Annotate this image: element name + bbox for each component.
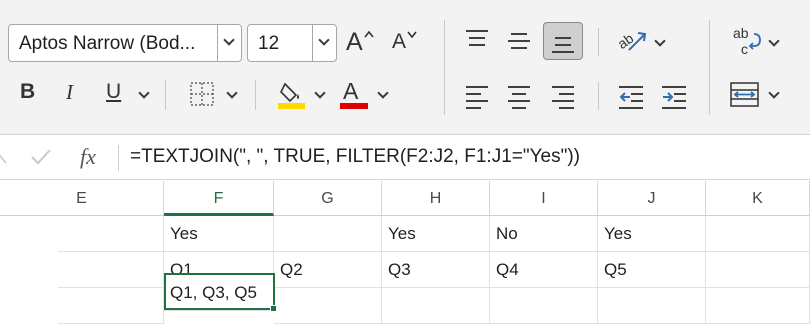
- arrow-left-icon: [619, 92, 630, 102]
- cell-g1[interactable]: [274, 216, 382, 252]
- bold-button[interactable]: B: [20, 80, 35, 104]
- wrap-text-dropdown-chevron-icon[interactable]: [768, 35, 780, 47]
- font-name-value: Aptos Narrow (Bod...: [19, 33, 196, 54]
- cell-k1[interactable]: [706, 216, 810, 252]
- arrow-right-icon: [663, 92, 674, 102]
- cell-h2[interactable]: Q3: [382, 252, 490, 288]
- italic-button[interactable]: I: [66, 80, 73, 105]
- enter-check-icon[interactable]: [30, 148, 52, 166]
- active-cell-border: [164, 273, 275, 310]
- align-left-button[interactable]: [466, 86, 490, 110]
- cell-e1[interactable]: [58, 216, 164, 252]
- cell-g3[interactable]: [274, 288, 382, 324]
- align-top-button[interactable]: [466, 28, 490, 52]
- increase-font-size-button[interactable]: A: [346, 28, 374, 58]
- increase-indent-button[interactable]: [662, 86, 688, 110]
- orientation-dropdown-chevron-icon[interactable]: [654, 35, 666, 47]
- cell-j1[interactable]: Yes: [598, 216, 706, 252]
- separator: [598, 28, 599, 56]
- cell-j3[interactable]: [598, 288, 706, 324]
- caret-down-icon: [407, 31, 417, 38]
- ribbon: Aptos Narrow (Bod... 12 A A B I U A ab a…: [0, 0, 810, 134]
- font-name-dropdown[interactable]: [217, 25, 241, 61]
- borders-dropdown-chevron-icon[interactable]: [226, 87, 238, 99]
- column-header-f[interactable]: F: [164, 181, 274, 216]
- font-color-letter-icon: A: [343, 78, 359, 104]
- cancel-x-icon[interactable]: [0, 149, 10, 165]
- font-size-combobox[interactable]: 12: [247, 24, 337, 62]
- borders-icon[interactable]: [190, 82, 214, 106]
- font-color-button[interactable]: A: [340, 78, 370, 110]
- cell-h3[interactable]: [382, 288, 490, 324]
- cell-e3[interactable]: [58, 288, 164, 324]
- font-name-combobox[interactable]: Aptos Narrow (Bod...: [8, 24, 242, 62]
- font-size-value: 12: [258, 33, 280, 54]
- decrease-indent-button[interactable]: [619, 86, 645, 110]
- separator: [165, 80, 166, 110]
- underline-dropdown-chevron-icon[interactable]: [138, 87, 150, 99]
- cell-h1[interactable]: Yes: [382, 216, 490, 252]
- underline-button[interactable]: U: [106, 80, 121, 104]
- insert-function-button[interactable]: fx: [80, 144, 96, 170]
- orientation-icon[interactable]: ab: [615, 26, 649, 56]
- fill-color-dropdown-chevron-icon[interactable]: [314, 87, 326, 99]
- formula-input[interactable]: =TEXTJOIN(", ", TRUE, FILTER(F2:J2, F1:J…: [130, 146, 580, 168]
- svg-text:ab: ab: [615, 30, 637, 52]
- separator: [444, 20, 445, 115]
- chevron-down-icon: [223, 34, 235, 46]
- wrap-text-icon[interactable]: ab c: [732, 24, 762, 58]
- svg-text:ab: ab: [733, 25, 749, 41]
- separator: [255, 80, 256, 110]
- align-right-button[interactable]: [552, 86, 576, 110]
- column-header-g[interactable]: G: [274, 181, 382, 216]
- separator: [709, 20, 710, 115]
- cell-e2[interactable]: [58, 252, 164, 288]
- decrease-font-icon: A: [392, 30, 407, 53]
- fill-handle[interactable]: [270, 305, 277, 312]
- align-middle-button[interactable]: [508, 28, 532, 52]
- cell-i1[interactable]: No: [490, 216, 598, 252]
- caret-up-icon: [364, 30, 374, 38]
- cell-g2[interactable]: Q2: [274, 252, 382, 288]
- cell-j2[interactable]: Q5: [598, 252, 706, 288]
- cell-i3[interactable]: [490, 288, 598, 324]
- align-bottom-button[interactable]: [543, 22, 583, 60]
- font-color-dropdown-chevron-icon[interactable]: [377, 87, 389, 99]
- merge-center-dropdown-chevron-icon[interactable]: [768, 87, 780, 99]
- cell-k3[interactable]: [706, 288, 810, 324]
- align-center-button[interactable]: [508, 86, 532, 110]
- merge-center-icon[interactable]: [730, 82, 760, 108]
- increase-font-icon: A: [346, 28, 363, 56]
- column-header-k[interactable]: K: [706, 181, 810, 216]
- font-color-swatch: [340, 103, 368, 109]
- fill-color-icon[interactable]: [278, 80, 306, 110]
- column-header-h[interactable]: H: [382, 181, 490, 216]
- column-header-j[interactable]: J: [598, 181, 706, 216]
- column-header-e[interactable]: E: [0, 181, 164, 216]
- formula-bar: fx =TEXTJOIN(", ", TRUE, FILTER(F2:J2, F…: [0, 134, 810, 180]
- svg-text:c: c: [741, 41, 748, 57]
- cell-i2[interactable]: Q4: [490, 252, 598, 288]
- column-header-i[interactable]: I: [490, 181, 598, 216]
- cell-f1[interactable]: Yes: [164, 216, 274, 252]
- chevron-down-icon: [318, 34, 330, 46]
- separator: [118, 145, 119, 171]
- decrease-font-size-button[interactable]: A: [392, 30, 420, 60]
- cell-k2[interactable]: [706, 252, 810, 288]
- separator: [598, 82, 599, 110]
- font-size-dropdown[interactable]: [312, 25, 336, 61]
